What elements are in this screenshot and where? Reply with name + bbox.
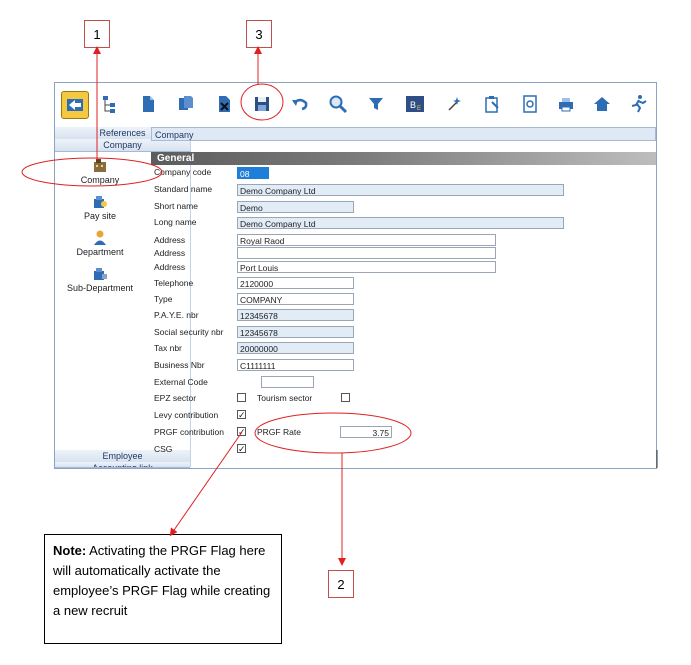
highlight-company-ellipse bbox=[21, 157, 163, 187]
annotation-overlay bbox=[21, 46, 658, 566]
highlight-save-ellipse bbox=[240, 83, 284, 121]
highlight-prgf-rate-ellipse bbox=[254, 412, 412, 454]
arrow-note bbox=[169, 431, 243, 537]
